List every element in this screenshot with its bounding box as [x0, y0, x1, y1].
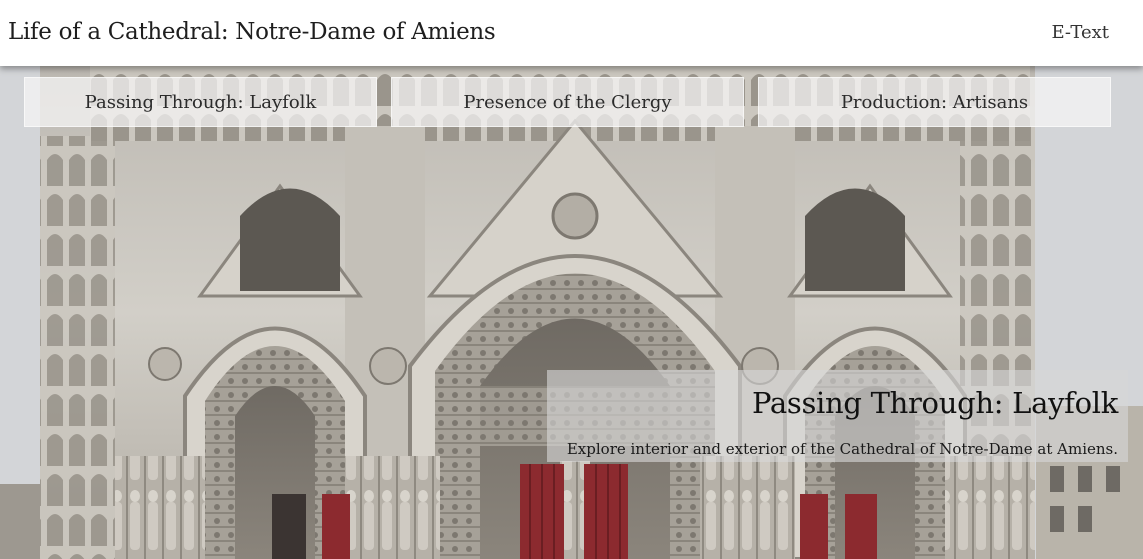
section-nav: Passing Through: Layfolk Presence of the… — [24, 77, 1111, 127]
caption-title: Passing Through: Layfolk — [751, 386, 1118, 420]
etext-link[interactable]: E-Text — [1051, 22, 1109, 43]
top-bar: Life of a Cathedral: Notre-Dame of Amien… — [0, 0, 1143, 66]
tab-passing-through-layfolk[interactable]: Passing Through: Layfolk — [24, 77, 377, 127]
hero-image-cathedral-facade — [0, 66, 1143, 559]
caption-subtitle: Explore interior and exterior of the Cat… — [566, 440, 1118, 458]
tab-presence-of-the-clergy[interactable]: Presence of the Clergy — [391, 77, 744, 127]
site-title[interactable]: Life of a Cathedral: Notre-Dame of Amien… — [8, 19, 496, 45]
hero-caption: Passing Through: Layfolk Explore interio… — [547, 370, 1128, 462]
cathedral-facade-illustration — [0, 66, 1143, 559]
tab-production-artisans[interactable]: Production: Artisans — [758, 77, 1111, 127]
